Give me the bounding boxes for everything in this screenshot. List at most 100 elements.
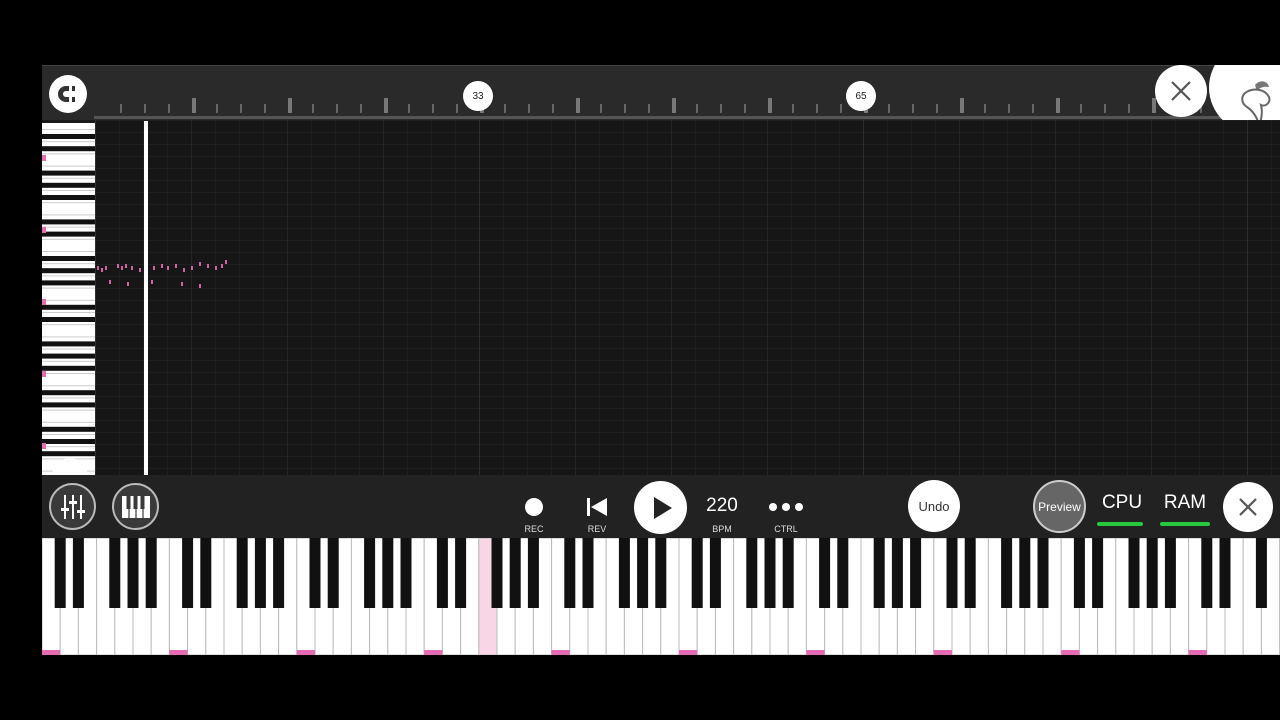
black-key[interactable] — [509, 538, 521, 608]
note-block[interactable] — [117, 264, 119, 268]
note-block[interactable] — [161, 264, 163, 268]
black-key[interactable] — [42, 341, 95, 347]
black-key[interactable] — [273, 538, 285, 608]
black-key[interactable] — [527, 538, 539, 608]
note-block[interactable] — [153, 266, 155, 270]
black-key[interactable] — [42, 426, 95, 432]
black-key[interactable] — [42, 195, 95, 200]
black-key[interactable] — [964, 538, 976, 608]
black-key[interactable] — [42, 317, 95, 322]
note-block[interactable] — [167, 266, 169, 270]
black-key[interactable] — [42, 256, 95, 261]
black-key[interactable] — [436, 538, 448, 608]
black-key[interactable] — [655, 538, 667, 608]
black-key[interactable] — [873, 538, 885, 608]
bpm-value[interactable]: 220 — [702, 495, 742, 517]
black-key[interactable] — [364, 538, 376, 608]
black-key[interactable] — [109, 538, 121, 608]
black-key[interactable] — [42, 170, 95, 176]
note-block[interactable] — [225, 260, 227, 264]
black-key[interactable] — [1092, 538, 1104, 608]
note-block[interactable] — [207, 264, 209, 268]
close-keyboard-button[interactable] — [1223, 482, 1273, 532]
black-key[interactable] — [691, 538, 703, 608]
black-key[interactable] — [1037, 538, 1049, 608]
black-key[interactable] — [42, 402, 95, 408]
black-key[interactable] — [910, 538, 922, 608]
black-key[interactable] — [382, 538, 394, 608]
bar-marker-33[interactable]: 33 — [463, 81, 493, 111]
black-key[interactable] — [327, 538, 339, 608]
black-key[interactable] — [1146, 538, 1158, 608]
black-key[interactable] — [72, 538, 84, 608]
black-key[interactable] — [127, 538, 139, 608]
keyboard-keys[interactable] — [42, 537, 1280, 655]
black-key[interactable] — [837, 538, 849, 608]
black-key[interactable] — [709, 538, 721, 608]
black-key[interactable] — [182, 538, 194, 608]
black-key[interactable] — [1001, 538, 1013, 608]
black-key[interactable] — [42, 390, 95, 396]
black-key[interactable] — [400, 538, 412, 608]
note-block[interactable] — [191, 266, 193, 270]
black-key[interactable] — [42, 353, 95, 359]
preview-button[interactable]: Preview — [1033, 480, 1086, 533]
note-block[interactable] — [221, 264, 223, 268]
note-block[interactable] — [139, 268, 141, 272]
black-key[interactable] — [491, 538, 503, 608]
black-key[interactable] — [42, 134, 95, 139]
note-block[interactable] — [131, 266, 133, 270]
black-key[interactable] — [42, 439, 95, 444]
note-block[interactable] — [215, 266, 217, 270]
black-key[interactable] — [42, 304, 95, 310]
black-key[interactable] — [746, 538, 758, 608]
black-key[interactable] — [200, 538, 212, 608]
black-key[interactable] — [145, 538, 157, 608]
black-key[interactable] — [891, 538, 903, 608]
black-key[interactable] — [42, 219, 95, 225]
black-key[interactable] — [946, 538, 958, 608]
note-block[interactable] — [97, 266, 99, 270]
note-block[interactable] — [175, 264, 177, 268]
black-key[interactable] — [254, 538, 266, 608]
black-key[interactable] — [236, 538, 248, 608]
black-key[interactable] — [1201, 538, 1213, 608]
black-key[interactable] — [309, 538, 321, 608]
note-block[interactable] — [199, 284, 201, 288]
black-key[interactable] — [42, 231, 95, 237]
black-key[interactable] — [1019, 538, 1031, 608]
black-key[interactable] — [582, 538, 594, 608]
note-block[interactable] — [181, 282, 183, 286]
black-key[interactable] — [42, 146, 95, 152]
note-block[interactable] — [183, 268, 185, 272]
timeline-ruler[interactable]: 33 65 — [42, 65, 1280, 120]
black-key[interactable] — [782, 538, 794, 608]
black-key[interactable] — [42, 268, 95, 274]
black-key[interactable] — [42, 280, 95, 286]
play-button[interactable] — [634, 481, 687, 534]
mixer-button[interactable] — [49, 483, 96, 530]
black-key[interactable] — [1164, 538, 1176, 608]
black-key[interactable] — [42, 182, 95, 188]
black-key[interactable] — [764, 538, 776, 608]
black-key[interactable] — [1219, 538, 1231, 608]
black-key[interactable] — [564, 538, 576, 608]
note-block[interactable] — [127, 282, 129, 286]
note-block[interactable] — [125, 264, 127, 268]
black-key[interactable] — [819, 538, 831, 608]
keyboard-toggle-button[interactable] — [112, 483, 159, 530]
close-piano-roll-button[interactable] — [1155, 65, 1207, 117]
black-key[interactable] — [1255, 538, 1267, 608]
note-block[interactable] — [101, 268, 103, 272]
snap-button[interactable] — [49, 75, 87, 113]
black-key[interactable] — [42, 451, 95, 457]
undo-button[interactable]: Undo — [908, 480, 960, 532]
black-key[interactable] — [618, 538, 630, 608]
bar-marker-65[interactable]: 65 — [846, 81, 876, 111]
note-block[interactable] — [121, 266, 123, 270]
vertical-piano-keys[interactable] — [42, 123, 95, 475]
black-key[interactable] — [455, 538, 467, 608]
note-block[interactable] — [151, 280, 153, 284]
note-block[interactable] — [199, 262, 201, 266]
performance-keyboard[interactable] — [42, 537, 1280, 655]
